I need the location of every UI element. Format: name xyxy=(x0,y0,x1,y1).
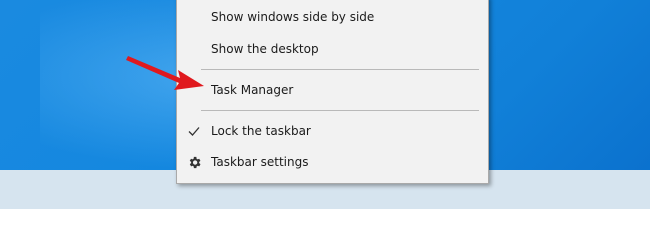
menu-item-show-windows-side-by-side[interactable]: Show windows side by side xyxy=(177,3,488,31)
gear-icon xyxy=(185,153,203,171)
menu-separator xyxy=(201,69,479,70)
menu-item-lock-taskbar[interactable]: Lock the taskbar xyxy=(177,117,488,145)
menu-item-task-manager[interactable]: Task Manager xyxy=(177,76,488,104)
menu-separator xyxy=(201,110,479,111)
menu-item-label: Lock the taskbar xyxy=(211,124,311,138)
check-icon xyxy=(185,122,203,140)
menu-item-label: Show windows side by side xyxy=(211,10,375,24)
taskbar-context-menu: Show windows side by side Show the deskt… xyxy=(176,0,489,184)
menu-item-show-desktop[interactable]: Show the desktop xyxy=(177,35,488,63)
menu-item-label: Show the desktop xyxy=(211,42,319,56)
menu-item-label: Taskbar settings xyxy=(211,155,309,169)
red-arrow-annotation xyxy=(126,56,204,90)
menu-item-label: Task Manager xyxy=(211,83,294,97)
menu-item-taskbar-settings[interactable]: Taskbar settings xyxy=(177,148,488,176)
